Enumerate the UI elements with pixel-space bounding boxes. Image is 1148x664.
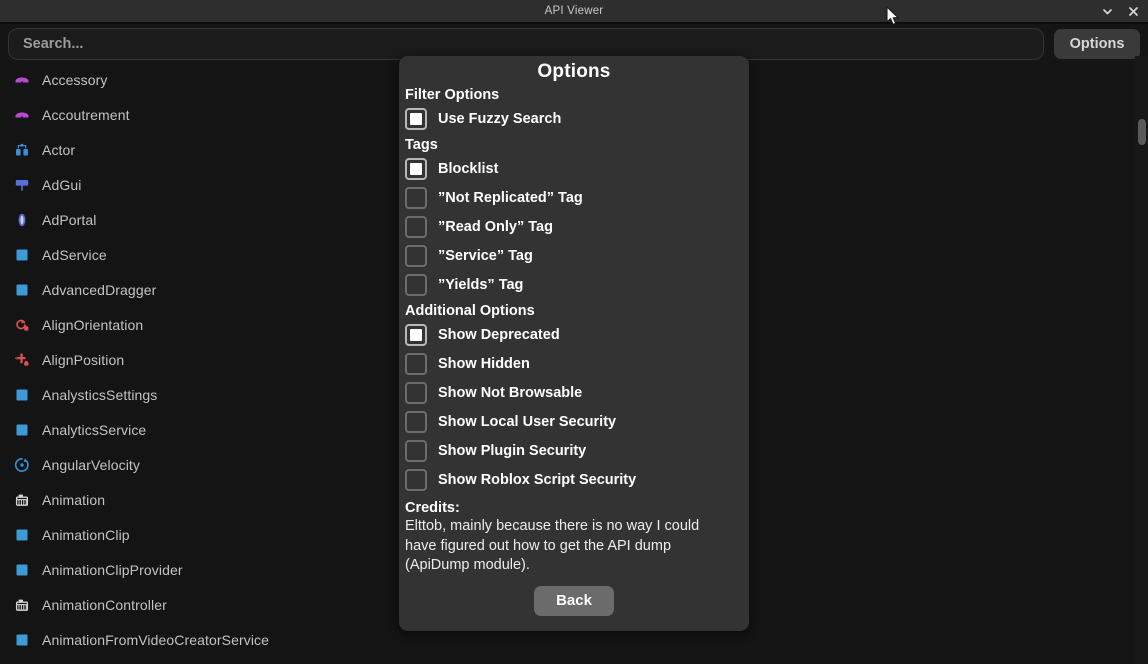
checkbox-icon[interactable] (405, 468, 427, 491)
checkbox-icon[interactable] (405, 273, 427, 296)
checkbox-icon[interactable] (405, 352, 427, 375)
checkbox-row[interactable]: Blocklist (405, 154, 743, 183)
list-item-label: AdvancedDragger (42, 281, 157, 298)
list-item-label: AdGui (42, 176, 82, 193)
credits-body: Elttob, mainly because there is no way I… (405, 518, 700, 573)
dialog-title: Options (537, 61, 611, 82)
animation-film-icon (14, 597, 30, 613)
checkbox-row[interactable]: Show Roblox Script Security (405, 465, 743, 494)
chevron-down-icon[interactable] (1101, 5, 1114, 18)
list-item-label: Accessory (42, 71, 108, 88)
list-item-label: Accoutrement (42, 106, 130, 123)
vertical-scrollbar-track[interactable] (1135, 56, 1148, 664)
checkbox-icon[interactable] (405, 323, 427, 346)
checkbox-row[interactable]: Show Plugin Security (405, 436, 743, 465)
service-square-icon (14, 387, 30, 403)
list-item-label: AnimationController (42, 596, 167, 613)
list-item-label: AdService (42, 246, 107, 263)
section-heading: Filter Options (405, 87, 500, 103)
checkbox-icon[interactable] (405, 107, 427, 130)
list-item-label: AdPortal (42, 211, 97, 228)
animation-film-icon (14, 492, 30, 508)
back-button[interactable]: Back (534, 585, 614, 616)
api-viewer-window: API Viewer Options Accessory Accoutrement… (0, 0, 1148, 664)
list-item-label: AngularVelocity (42, 456, 141, 473)
checkbox-label: Show Roblox Script Security (438, 471, 637, 488)
checkbox-row[interactable]: ”Read Only” Tag (405, 212, 743, 241)
checkbox-label: Show Hidden (438, 355, 530, 372)
checkbox-icon[interactable] (405, 186, 427, 209)
checkbox-label: Blocklist (438, 160, 499, 177)
list-item-label: AnalyticsService (42, 421, 147, 438)
checkbox-label: Show Plugin Security (438, 442, 587, 459)
checkbox-icon[interactable] (405, 244, 427, 267)
service-square-icon (14, 282, 30, 298)
list-item-label: AnalysticsSettings (42, 386, 158, 403)
list-item-label: Animation (42, 491, 106, 508)
checkbox-row[interactable]: ”Service” Tag (405, 241, 743, 270)
accessory-glasses-icon (14, 72, 30, 88)
checkbox-row[interactable]: Use Fuzzy Search (405, 104, 743, 133)
checkbox-icon[interactable] (405, 410, 427, 433)
list-item-label: AnimationClipProvider (42, 561, 183, 578)
checkbox-row[interactable]: Show Hidden (405, 349, 743, 378)
adportal-icon (14, 212, 30, 228)
adgui-billboard-icon (14, 177, 30, 193)
checkbox-label: ”Not Replicated” Tag (438, 189, 583, 206)
checkbox-icon[interactable] (405, 381, 427, 404)
service-square-icon (14, 562, 30, 578)
window-controls (1101, 0, 1140, 22)
section-heading: Tags (405, 137, 438, 153)
align-orientation-icon (14, 317, 30, 333)
actor-icon (14, 142, 30, 158)
service-square-icon (14, 632, 30, 648)
service-square-icon (14, 247, 30, 263)
list-item-label: AlignPosition (42, 351, 125, 368)
list-item-label: AnimationFromVideoCreatorService (42, 631, 270, 648)
checkbox-icon[interactable] (405, 157, 427, 180)
close-icon[interactable] (1127, 5, 1140, 18)
checkbox-icon[interactable] (405, 439, 427, 462)
list-item-label: AlignOrientation (42, 316, 144, 333)
options-button[interactable]: Options (1054, 29, 1140, 59)
checkbox-label: Show Deprecated (438, 326, 560, 343)
checkbox-label: ”Yields” Tag (438, 276, 524, 293)
checkbox-label: ”Read Only” Tag (438, 218, 553, 235)
checkbox-label: Use Fuzzy Search (438, 110, 562, 127)
list-item-label: Actor (42, 141, 76, 158)
back-button-wrap: Back (405, 585, 743, 616)
checkbox-label: Show Local User Security (438, 413, 617, 430)
checkbox-icon[interactable] (405, 215, 427, 238)
checkbox-row[interactable]: ”Yields” Tag (405, 270, 743, 299)
checkbox-row[interactable]: Show Not Browsable (405, 378, 743, 407)
vertical-scrollbar-thumb[interactable] (1138, 119, 1146, 145)
title-bar: API Viewer (0, 0, 1148, 24)
options-dialog: Options Filter Options Use Fuzzy Search Ta… (399, 56, 749, 631)
service-square-icon (14, 527, 30, 543)
checkbox-label: ”Service” Tag (438, 247, 533, 264)
window-title: API Viewer (544, 5, 604, 17)
section-heading: Additional Options (405, 303, 535, 319)
credits-heading: Credits: (405, 500, 460, 516)
angular-velocity-icon (14, 457, 30, 473)
checkbox-row[interactable]: Show Local User Security (405, 407, 743, 436)
accessory-glasses-icon (14, 107, 30, 123)
list-item-label: AnimationClip (42, 526, 130, 543)
service-square-icon (14, 422, 30, 438)
checkbox-label: Show Not Browsable (438, 384, 583, 401)
checkbox-row[interactable]: Show Deprecated (405, 320, 743, 349)
checkbox-row[interactable]: ”Not Replicated” Tag (405, 183, 743, 212)
align-position-icon (14, 352, 30, 368)
